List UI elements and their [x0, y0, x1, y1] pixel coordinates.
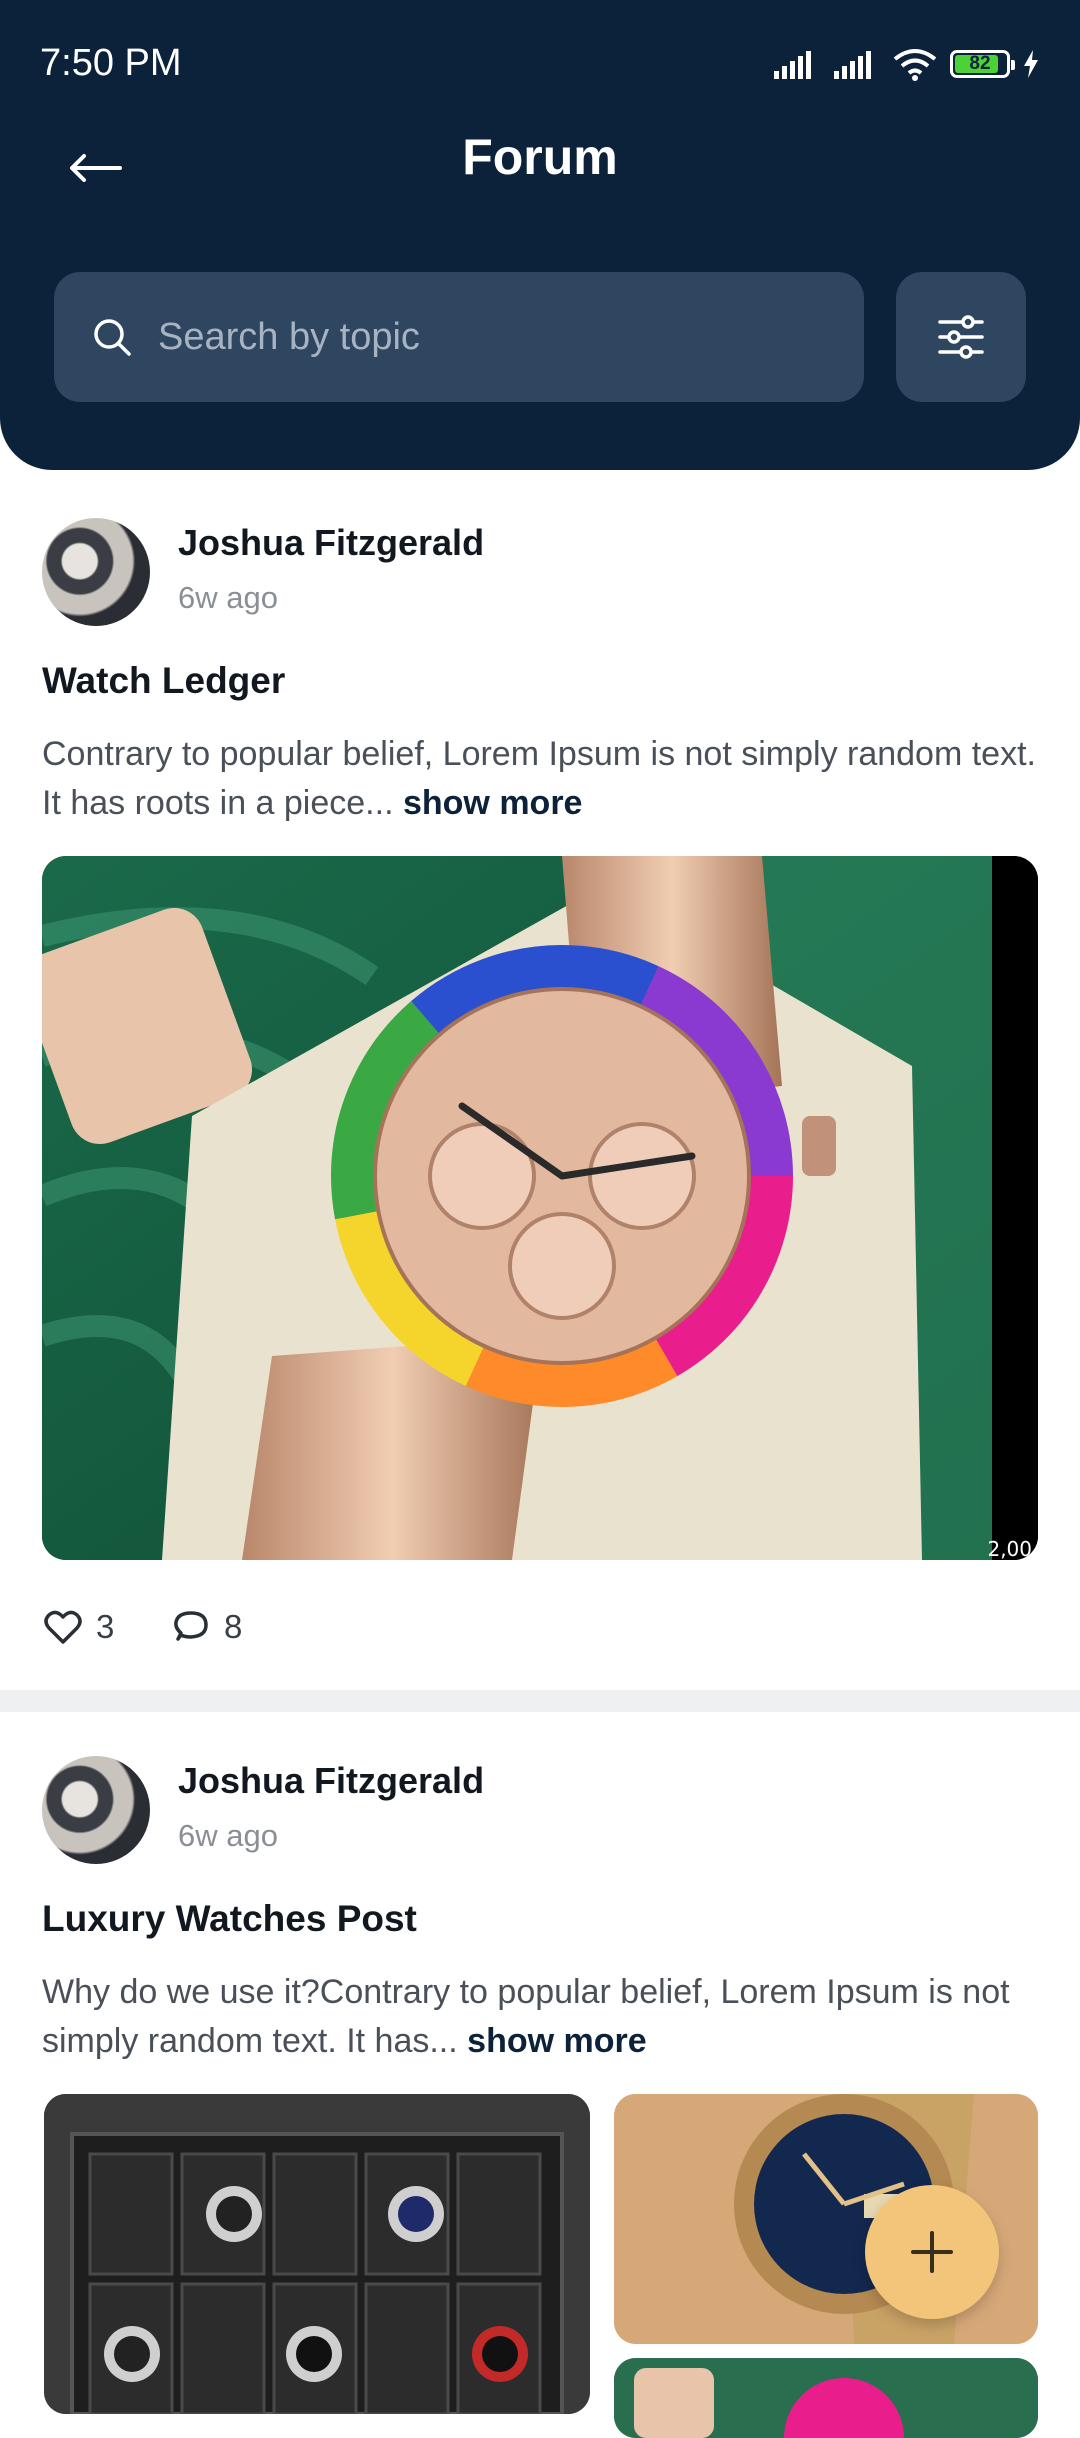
- post-image-thumbnail-3[interactable]: [614, 2358, 1038, 2438]
- plus-icon: [911, 2231, 953, 2273]
- post-card[interactable]: Joshua Fitzgerald 6w ago Luxury Watches …: [0, 0, 1080, 2438]
- create-post-button[interactable]: [865, 2185, 999, 2319]
- show-more-link[interactable]: show more: [467, 2022, 646, 2060]
- watch-box-image: [44, 2094, 590, 2414]
- watch-image-small: [614, 2358, 1038, 2438]
- post-title: Luxury Watches Post: [42, 1898, 417, 1939]
- post-image-thumbnail-1[interactable]: [44, 2094, 590, 2414]
- post-time: 6w ago: [178, 1818, 278, 1853]
- author-name[interactable]: Joshua Fitzgerald: [178, 1760, 484, 1802]
- post-body: Why do we use it?Contrary to popular bel…: [42, 1968, 1042, 2066]
- avatar[interactable]: [42, 1756, 150, 1864]
